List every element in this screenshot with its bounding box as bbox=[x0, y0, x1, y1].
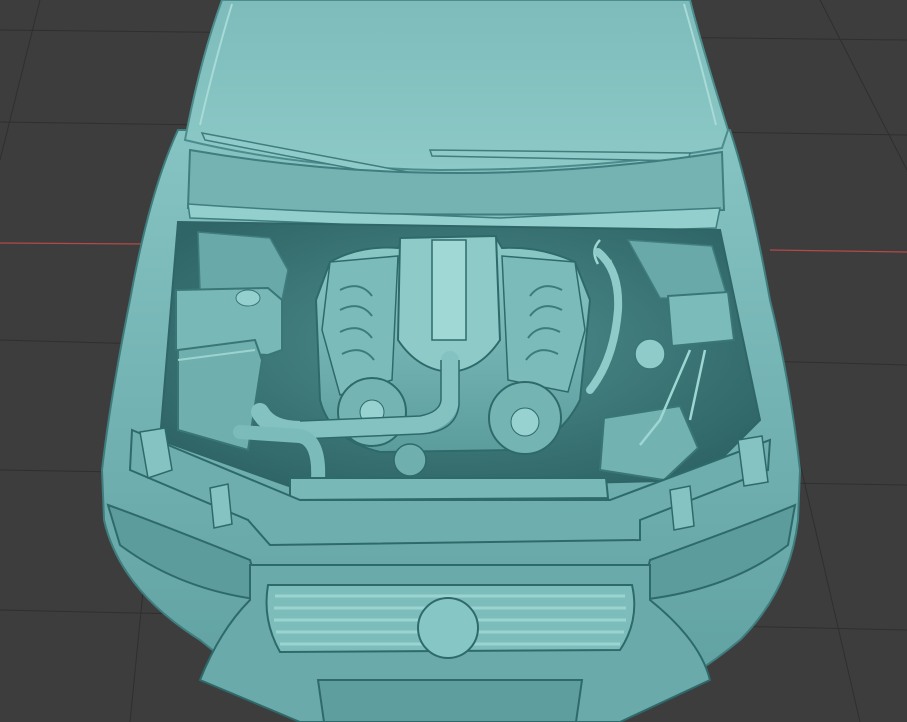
3d-viewport[interactable] bbox=[0, 0, 907, 722]
bracket-left bbox=[209, 483, 233, 529]
radiator-support[interactable] bbox=[289, 477, 610, 502]
car-model[interactable] bbox=[100, 0, 802, 722]
intake-plenum-ridge bbox=[431, 239, 467, 341]
bracket-right bbox=[669, 485, 695, 531]
lower-intake bbox=[316, 679, 584, 722]
hood-latch-right bbox=[737, 435, 769, 487]
coolant-reservoir[interactable] bbox=[666, 290, 736, 348]
pulley-bottom bbox=[393, 443, 427, 477]
valve-cover-right bbox=[501, 255, 586, 393]
pulley-right-hub bbox=[510, 407, 540, 437]
viewport-canvas[interactable] bbox=[0, 0, 907, 722]
emblem[interactable] bbox=[417, 597, 479, 659]
reservoir-cap bbox=[634, 338, 666, 370]
air-filter-cap bbox=[235, 289, 261, 307]
